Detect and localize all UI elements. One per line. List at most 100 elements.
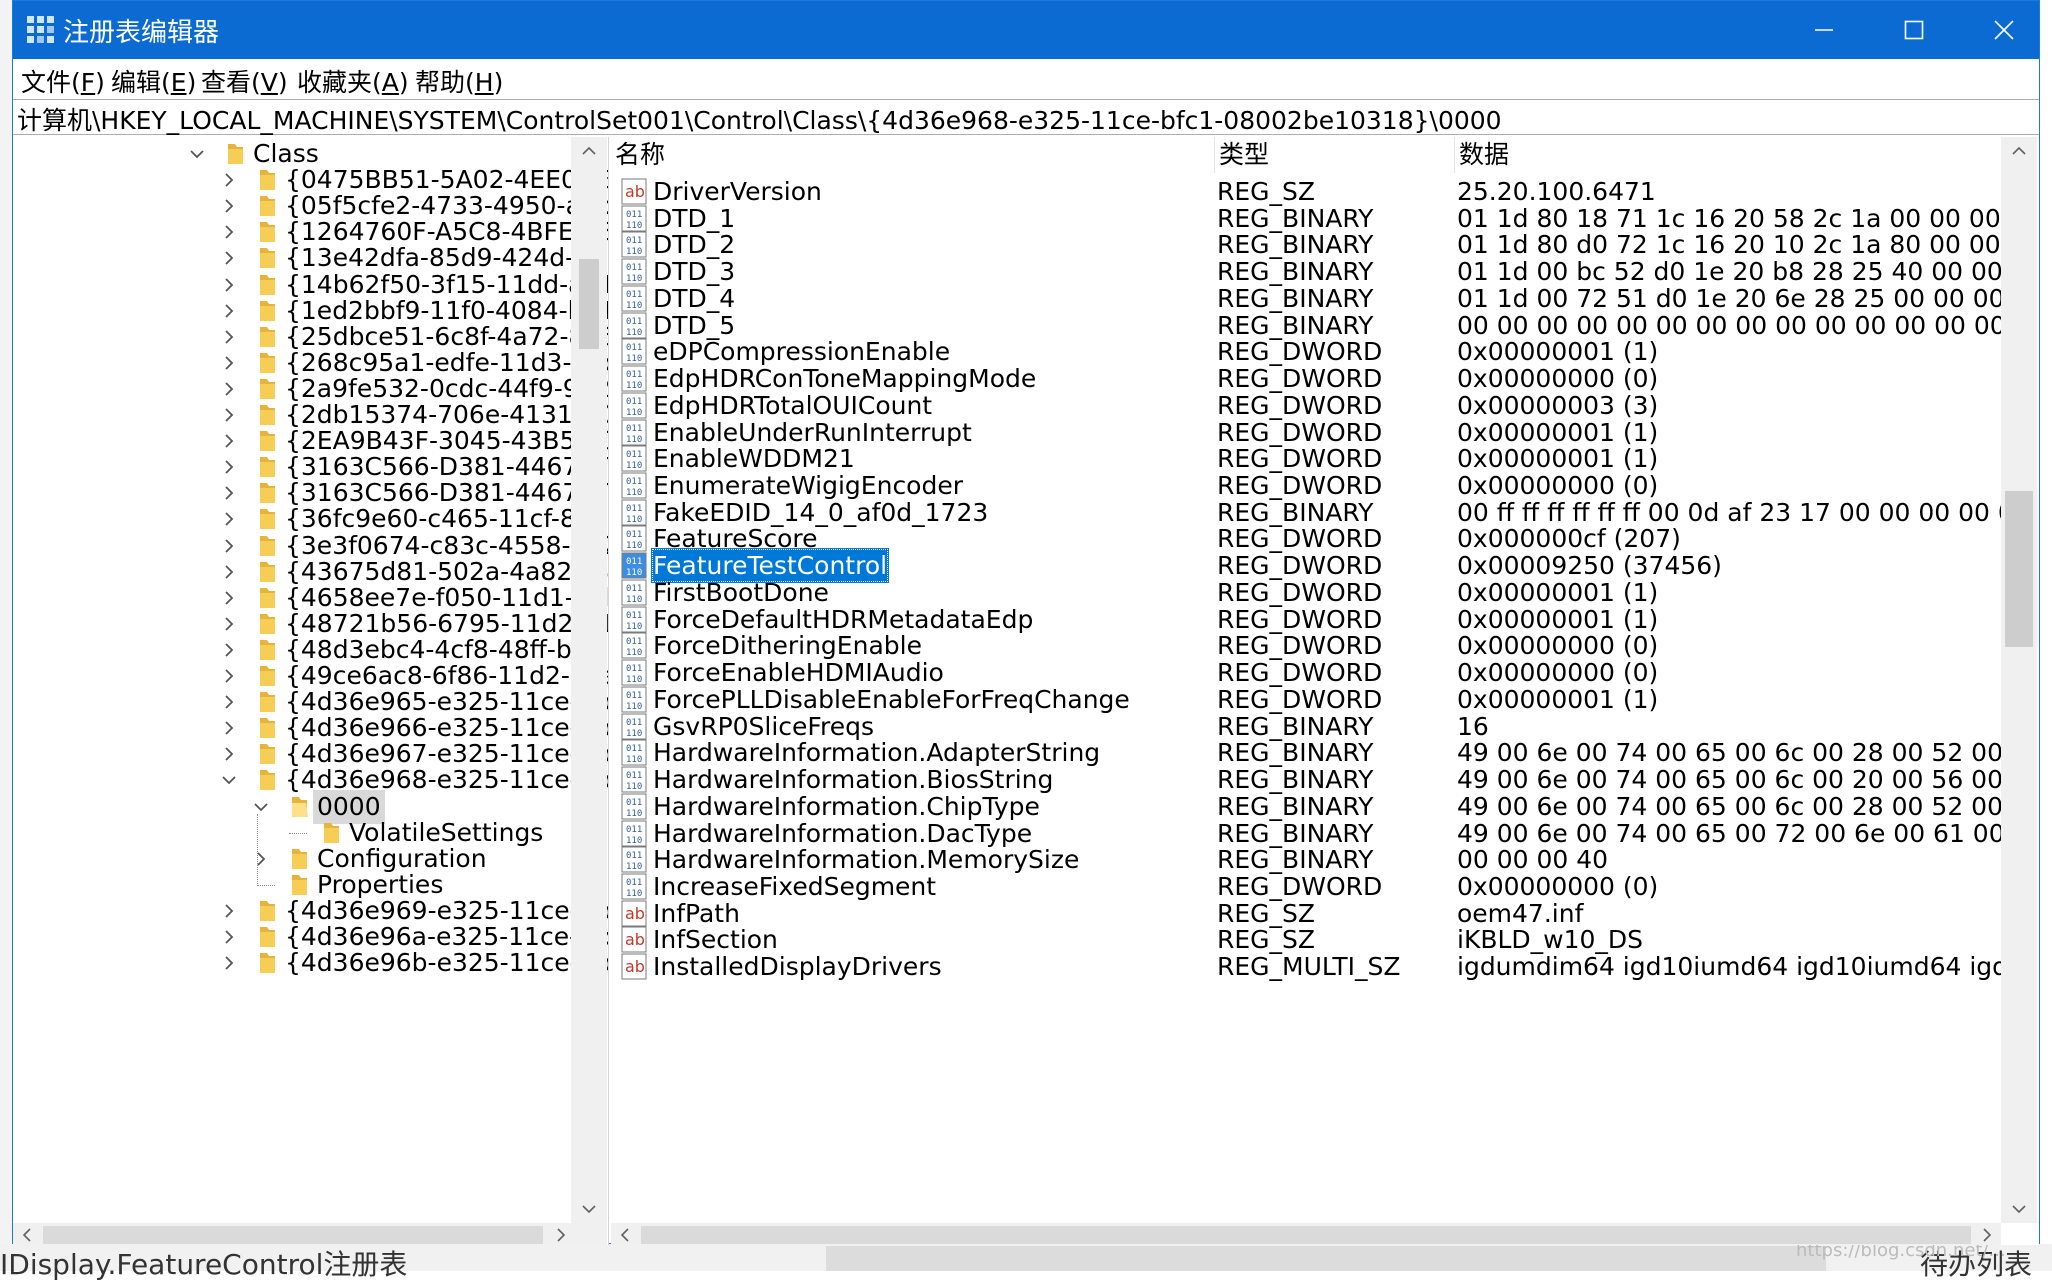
menu-item-accelerator: H [474,68,494,97]
svg-text:011: 011 [626,424,642,434]
maximize-button[interactable] [1869,1,1959,59]
svg-text:011: 011 [626,557,642,567]
scroll-right-arrow-icon[interactable] [1973,1223,2001,1245]
menu-item[interactable]: 文件(F) [21,63,105,99]
chevron-right-icon[interactable] [219,456,239,478]
chevron-down-icon[interactable] [187,143,207,165]
chevron-right-icon[interactable] [219,300,239,322]
svg-text:011: 011 [626,584,642,594]
string-value-icon: ab [620,953,648,980]
chevron-right-icon[interactable] [219,900,239,922]
chevron-right-icon[interactable] [219,326,239,348]
background-caption: IDisplay.FeatureControl注册表 [0,1248,408,1281]
minimize-button[interactable] [1779,1,1869,59]
chevron-right-icon[interactable] [219,430,239,452]
value-row[interactable]: ab InstalledDisplayDrivers REG_MULTI_SZ igd… [611,949,2017,984]
chevron-down-icon[interactable] [219,769,239,791]
address-bar[interactable]: 计算机\HKEY_LOCAL_MACHINE\SYSTEM\ControlSet… [13,99,2039,135]
values-scroll-thumb[interactable] [2005,491,2033,647]
tree-horizontal-scrollbar[interactable] [13,1223,607,1245]
chevron-right-icon[interactable] [219,717,239,739]
menu-item-paren: ) [493,68,504,97]
regedit-window: 注册表编辑器 文件(F) 编辑(E) 查看(V) 收藏夹(A) 帮助(H) 计算机\HK… [12,0,2040,1245]
chevron-right-icon[interactable] [219,743,239,765]
scroll-left-arrow-icon[interactable] [13,1223,41,1245]
svg-text:011: 011 [626,530,642,540]
svg-text:011: 011 [626,397,642,407]
chevron-right-icon[interactable] [219,952,239,974]
chevron-right-icon[interactable] [219,665,239,687]
chevron-right-icon[interactable] [219,274,239,296]
chevron-right-icon[interactable] [219,352,239,374]
svg-text:ab: ab [625,930,645,949]
chevron-right-icon[interactable] [219,482,239,504]
chevron-right-icon[interactable] [219,561,239,583]
address-path[interactable]: 计算机\HKEY_LOCAL_MACHINE\SYSTEM\ControlSet… [17,101,1502,137]
menu-item-paren: ) [186,68,197,97]
menu-item-accelerator: A [381,68,399,97]
scroll-down-arrow-icon[interactable] [2001,1195,2037,1223]
tree-hscroll-thumb[interactable] [43,1226,543,1244]
scroll-right-arrow-icon[interactable] [547,1223,575,1245]
title-bar[interactable]: 注册表编辑器 [13,1,2039,59]
svg-text:011: 011 [626,878,642,888]
value-data: igdumdim64 igd10iumd64 igd10iumd64 igd12… [1457,952,2017,982]
tree-connector [289,832,307,834]
scroll-down-arrow-icon[interactable] [571,1195,607,1223]
chevron-right-icon[interactable] [219,508,239,530]
chevron-right-icon[interactable] [219,926,239,948]
menu-item[interactable]: 帮助(H) [415,63,503,99]
column-header-data[interactable]: 数据 [1455,137,2001,173]
svg-text:ab: ab [625,904,645,923]
values-horizontal-scrollbar[interactable] [611,1223,2001,1245]
chevron-right-icon[interactable] [219,535,239,557]
chevron-right-icon[interactable] [219,613,239,635]
svg-text:011: 011 [626,611,642,621]
chevron-right-icon[interactable] [219,247,239,269]
scroll-left-arrow-icon[interactable] [611,1223,639,1245]
column-header-type[interactable]: 类型 [1215,137,1455,173]
svg-text:011: 011 [626,637,642,647]
chevron-down-icon[interactable] [251,796,271,818]
close-button[interactable] [1959,1,2049,59]
menu-item[interactable]: 收藏夹(A) [297,63,409,99]
scroll-up-arrow-icon[interactable] [571,137,607,165]
scroll-up-arrow-icon[interactable] [2001,137,2037,165]
column-header-name[interactable]: 名称 [611,137,1215,173]
minimize-icon [1815,29,1833,31]
svg-text:011: 011 [626,504,642,514]
svg-text:011: 011 [626,718,642,728]
svg-text:011: 011 [626,317,642,327]
chevron-right-icon[interactable] [219,639,239,661]
menu-item[interactable]: 查看(V) [201,63,288,99]
svg-text:011: 011 [626,210,642,220]
svg-text:011: 011 [626,744,642,754]
value-type: REG_MULTI_SZ [1217,952,1401,982]
values-vertical-scrollbar[interactable] [2001,137,2037,1223]
value-name: InstalledDisplayDrivers [653,952,942,982]
chevron-right-icon[interactable] [219,587,239,609]
chevron-right-icon[interactable] [219,221,239,243]
chevron-right-icon[interactable] [219,404,239,426]
menu-item-label: 收藏夹( [297,68,382,97]
svg-text:011: 011 [626,263,642,273]
maximize-icon [1904,20,1924,40]
chevron-right-icon[interactable] [219,691,239,713]
tree-item[interactable]: {4d36e96b-e325-11ce-bfc [13,946,608,980]
tree-connector [257,813,258,886]
svg-text:011: 011 [626,851,642,861]
menu-item-label: 文件( [21,68,81,97]
menu-item-label: 帮助( [415,68,475,97]
chevron-right-icon[interactable] [219,378,239,400]
values-hscroll-thumb[interactable] [641,1226,1971,1244]
svg-text:011: 011 [626,664,642,674]
tree-vertical-scrollbar[interactable] [571,137,607,1223]
svg-text:011: 011 [626,236,642,246]
chevron-right-icon[interactable] [251,848,271,870]
menu-item[interactable]: 编辑(E) [111,63,196,99]
tree-scroll-thumb[interactable] [579,259,599,349]
chevron-right-icon[interactable] [219,169,239,191]
svg-text:011: 011 [626,771,642,781]
svg-text:011: 011 [626,825,642,835]
chevron-right-icon[interactable] [219,195,239,217]
